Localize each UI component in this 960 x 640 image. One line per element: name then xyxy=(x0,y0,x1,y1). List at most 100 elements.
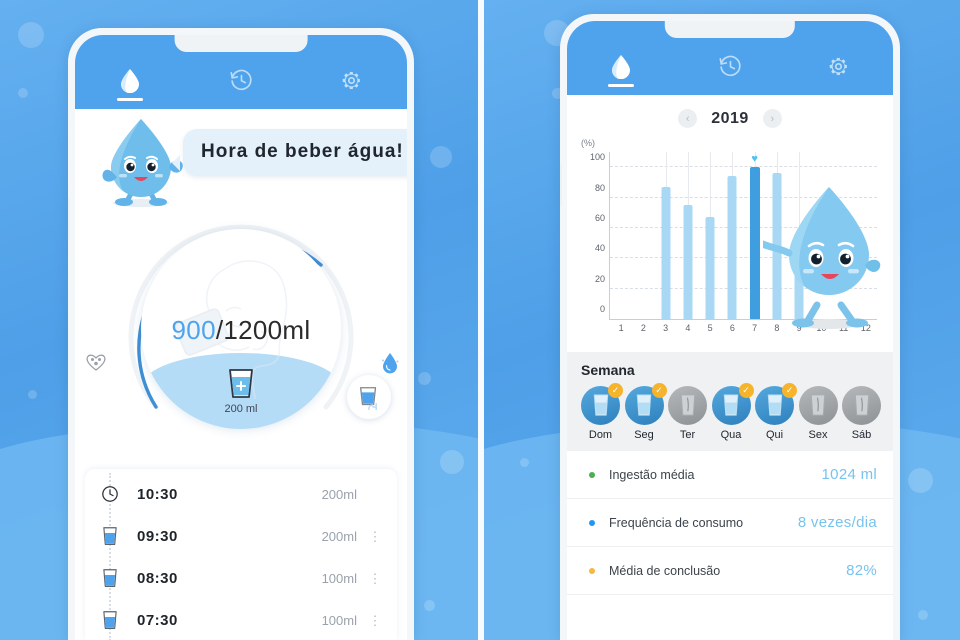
history-time: 08:30 xyxy=(137,569,178,587)
history-amount: 200ml xyxy=(321,528,357,544)
drop-icon xyxy=(121,69,140,93)
reminder-bubble: Hora de beber água! xyxy=(172,129,407,176)
glass-glyph xyxy=(103,610,117,629)
week-day-circle[interactable] xyxy=(668,386,707,425)
week-day[interactable]: Sex xyxy=(798,386,838,441)
tab-active-indicator xyxy=(117,98,144,101)
chart-bar[interactable] xyxy=(705,217,715,319)
chart-bar[interactable]: ♥ xyxy=(749,154,760,319)
background-dot xyxy=(430,146,452,168)
phone-screen-right: ‹ 2019 › (%) 0204060801001234567♥8910111… xyxy=(567,21,893,640)
week-section: Semana ✓ Dom ✓ Seg Ter ✓ Qua ✓ Qui Sex S… xyxy=(567,352,893,451)
week-day[interactable]: ✓ Qui xyxy=(755,383,797,441)
tab-settings[interactable] xyxy=(296,35,407,103)
stat-dot-icon xyxy=(589,567,595,574)
chart-x-tick: 2 xyxy=(640,323,646,333)
mascot-greeting-row: Hora de beber água! xyxy=(75,115,407,211)
screenshot-root: Hora de beber água! 900/1200ml 200 ml 10… xyxy=(0,0,960,640)
week-day[interactable]: Ter xyxy=(668,386,707,441)
tab-active-indicator xyxy=(228,98,254,101)
chart-x-tick: 4 xyxy=(685,323,691,333)
history-row[interactable]: 07:30 100ml ⋮ xyxy=(85,599,397,640)
week-days-list: ✓ Dom ✓ Seg Ter ✓ Qua ✓ Qui Sex Sáb xyxy=(581,383,881,441)
history-amount: 200ml xyxy=(321,486,357,502)
phone-side-button xyxy=(560,164,562,206)
next-year-button[interactable]: › xyxy=(762,109,782,128)
glass-glyph xyxy=(103,568,117,587)
phone-left: Hora de beber água! 900/1200ml 200 ml 10… xyxy=(68,28,414,640)
week-day-circle[interactable]: ✓ xyxy=(624,383,667,425)
stat-label: Média de conclusão xyxy=(609,563,721,578)
week-day-circle[interactable]: ✓ xyxy=(581,383,623,425)
chart-bar[interactable] xyxy=(683,205,693,319)
drop-icon xyxy=(612,55,631,79)
chart-x-tick: 3 xyxy=(663,323,669,333)
stat-row[interactable]: Ingestão média 1024 ml xyxy=(567,451,893,499)
monthly-completion-chart: (%) 0204060801001234567♥89101112 xyxy=(579,138,881,342)
week-day[interactable]: Sáb xyxy=(842,386,881,441)
history-row[interactable]: 10:30 200ml ⋮ xyxy=(85,473,397,515)
stat-row[interactable]: Frequência de consumo 8 vezes/dia xyxy=(567,499,893,547)
background-dot xyxy=(418,372,431,385)
tab-settings[interactable] xyxy=(784,21,893,89)
history-row-menu[interactable]: ⋮ xyxy=(367,614,383,627)
history-card: 10:30 200ml ⋮ 09:30 xyxy=(85,469,397,640)
week-day-label: Ter xyxy=(679,429,696,441)
chart-y-tick: 40 xyxy=(594,243,605,254)
week-day-label: Dom xyxy=(588,429,613,441)
prev-year-button[interactable]: ‹ xyxy=(678,109,698,128)
chart-gridline xyxy=(610,166,877,168)
week-day-circle[interactable]: ✓ xyxy=(711,383,754,425)
week-day[interactable]: ✓ Dom xyxy=(581,383,623,441)
history-row-menu[interactable]: ⋮ xyxy=(367,530,383,543)
stat-value: 1024 ml xyxy=(821,466,877,483)
stat-value: 82% xyxy=(846,562,877,579)
clock-icon xyxy=(95,485,125,503)
stat-label: Frequência de consumo xyxy=(609,515,744,530)
history-time: 10:30 xyxy=(137,485,178,503)
background-dot xyxy=(424,600,435,611)
glass-plus-icon xyxy=(229,369,253,398)
check-icon: ✓ xyxy=(608,383,623,398)
background-dot xyxy=(18,88,28,98)
history-row[interactable]: 08:30 100ml ⋮ xyxy=(85,557,397,599)
week-day-circle[interactable]: ✓ xyxy=(755,383,797,425)
chart-bar[interactable] xyxy=(661,186,671,319)
background-dot xyxy=(440,450,464,474)
history-row-menu[interactable]: ⋮ xyxy=(367,572,383,585)
intake-current: 900 xyxy=(171,315,216,345)
tab-water[interactable] xyxy=(567,21,676,89)
chart-y-tick: 60 xyxy=(594,212,605,223)
week-day[interactable]: ✓ Qua xyxy=(711,383,754,441)
year-label: 2019 xyxy=(711,109,749,127)
mascot-pointer-icon xyxy=(753,187,881,329)
chart-highlight-heart-icon: ♥ xyxy=(751,153,758,166)
glass-icon xyxy=(636,394,652,416)
phone-notch xyxy=(664,21,796,38)
week-day-circle[interactable] xyxy=(842,386,881,425)
week-day-label: Seg xyxy=(634,429,654,441)
chart-y-tick: 80 xyxy=(594,182,605,193)
reset-glass-button[interactable] xyxy=(347,375,391,419)
week-day-circle[interactable] xyxy=(798,386,838,425)
history-amount: 100ml xyxy=(321,570,357,586)
chart-bar[interactable] xyxy=(727,176,737,319)
history-row[interactable]: 09:30 200ml ⋮ xyxy=(85,515,397,557)
tab-active-indicator xyxy=(826,84,852,87)
stat-row[interactable]: Média de conclusão 82% xyxy=(567,547,893,595)
check-icon: ✓ xyxy=(651,383,667,398)
add-water-button[interactable]: 200 ml xyxy=(141,367,341,415)
background-dot xyxy=(918,610,928,620)
tab-water[interactable] xyxy=(75,35,186,103)
paw-heart-icon xyxy=(85,351,107,376)
intake-goal: 1200ml xyxy=(223,315,311,345)
glass-icon xyxy=(95,568,125,589)
glass-icon xyxy=(680,394,695,416)
chart-x-tick: 7 xyxy=(752,323,758,333)
week-day-label: Sex xyxy=(808,429,828,441)
phone-screen-left: Hora de beber água! 900/1200ml 200 ml 10… xyxy=(75,35,407,640)
chart-y-tick: 20 xyxy=(594,273,605,284)
right-panel: ‹ 2019 › (%) 0204060801001234567♥8910111… xyxy=(484,0,960,640)
week-day[interactable]: ✓ Seg xyxy=(624,383,667,441)
stat-label: Ingestão média xyxy=(609,467,695,482)
